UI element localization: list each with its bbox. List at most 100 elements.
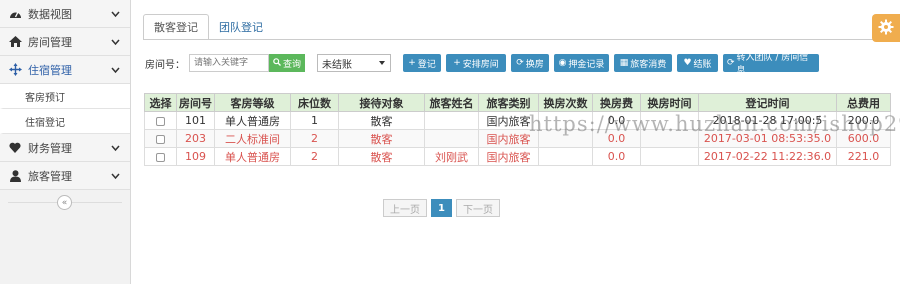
row-checkbox[interactable] xyxy=(156,116,165,126)
table-cell: 2018-01-28 17:00:5 xyxy=(698,111,837,130)
room-number-label: 房间号： xyxy=(145,59,185,71)
table-cell xyxy=(640,147,699,166)
search-button-label: 查询 xyxy=(283,59,302,70)
col-header[interactable]: 客房等级 xyxy=(214,93,291,112)
heart-icon: ♥ xyxy=(683,58,692,68)
table-cell xyxy=(424,129,479,148)
table-cell: 1 xyxy=(290,111,339,130)
checkout-button[interactable]: ♥ 结账 xyxy=(677,54,718,72)
row-checkbox[interactable] xyxy=(156,134,165,144)
search-icon xyxy=(273,57,281,69)
table-row[interactable]: 203 二人标准间 2 散客 国内旅客 0.0 2017-03-01 08:53… xyxy=(144,129,891,148)
sidebar-item-lodging[interactable]: 住宿管理 xyxy=(0,56,130,84)
collapse-icon[interactable]: « xyxy=(57,195,72,210)
eye-icon: ◉ xyxy=(558,58,567,68)
sidebar: 数据视图 房间管理 住宿管理 客房预订 住宿登记 财务管理 旅客管理 « xyxy=(0,0,131,284)
col-header[interactable]: 总费用 xyxy=(836,93,891,112)
col-header[interactable]: 换房费 xyxy=(592,93,641,112)
col-header[interactable]: 床位数 xyxy=(290,93,339,112)
gear-icon xyxy=(878,19,894,38)
col-header[interactable]: 旅客类别 xyxy=(478,93,539,112)
dashboard-icon xyxy=(8,7,22,21)
search-button[interactable]: 查询 xyxy=(269,54,306,72)
table-cell: 2 xyxy=(290,129,339,148)
table-cell: 2017-02-22 11:22:36.0 xyxy=(698,147,837,166)
search-input[interactable] xyxy=(189,54,269,72)
caret-down-icon xyxy=(379,61,385,65)
change-room-button[interactable]: ⟳ 换房 xyxy=(511,54,549,72)
grid-icon: ▦ xyxy=(619,58,629,68)
table-cell: 刘刚武 xyxy=(424,147,479,166)
col-header[interactable]: 登记时间 xyxy=(698,93,837,112)
sidebar-item-guests[interactable]: 旅客管理 xyxy=(0,162,130,190)
chevron-down-icon xyxy=(111,36,120,49)
table-cell: 单人普通房 xyxy=(214,111,291,130)
table-header-row: 选择 房间号 客房等级 床位数 接待对象 旅客姓名 旅客类别 换房次数 换房费 … xyxy=(144,93,891,112)
tab-divider xyxy=(143,39,900,40)
tab-individual-checkin[interactable]: 散客登记 xyxy=(143,14,209,40)
row-select-cell[interactable] xyxy=(144,129,177,148)
current-page-button[interactable]: 1 xyxy=(431,199,452,217)
table-cell xyxy=(538,111,593,130)
sidebar-item-label: 房间管理 xyxy=(28,35,72,49)
move-icon xyxy=(8,63,22,77)
change-room-button-label: 换房 xyxy=(525,59,544,70)
sidebar-subitem-checkin[interactable]: 住宿登记 xyxy=(0,109,130,134)
col-header[interactable]: 换房时间 xyxy=(640,93,699,112)
assign-room-button[interactable]: + 安排房间 xyxy=(446,54,506,72)
table-cell: 203 xyxy=(176,129,215,148)
table-cell xyxy=(424,111,479,130)
transfer-group-button[interactable]: ⟳ 转入团队 / 房间信息 xyxy=(723,53,819,76)
table-cell xyxy=(538,129,593,148)
heart-icon xyxy=(8,141,22,155)
chevron-down-icon xyxy=(111,142,120,155)
sidebar-item-label: 旅客管理 xyxy=(28,169,72,183)
table-row[interactable]: 101 单人普通房 1 散客 国内旅客 0.0 2018-01-28 17:00… xyxy=(144,111,891,130)
register-button[interactable]: + 登记 xyxy=(403,54,441,72)
table-cell: 单人普通房 xyxy=(214,147,291,166)
sidebar-item-label: 数据视图 xyxy=(28,7,72,21)
guest-consumption-button[interactable]: ▦ 旅客消费 xyxy=(614,54,672,72)
deposit-record-button-label: 押金记录 xyxy=(568,59,605,70)
status-select[interactable]: 未结账 xyxy=(317,54,391,72)
chevron-down-icon xyxy=(111,64,120,77)
next-page-button[interactable]: 下一页 xyxy=(455,199,500,217)
table-cell: 国内旅客 xyxy=(478,111,539,130)
table-cell: 国内旅客 xyxy=(478,129,539,148)
table-cell: 国内旅客 xyxy=(478,147,539,166)
table-cell: 二人标准间 xyxy=(214,129,291,148)
table-cell: 散客 xyxy=(338,147,425,166)
table-cell: 0.0 xyxy=(592,111,641,130)
plus-icon: + xyxy=(408,58,416,68)
table-cell: 200.0 xyxy=(836,111,891,130)
col-header[interactable]: 接待对象 xyxy=(338,93,425,112)
chevron-down-icon xyxy=(111,8,120,21)
deposit-record-button[interactable]: ◉ 押金记录 xyxy=(554,54,609,72)
checkin-table: 选择 房间号 客房等级 床位数 接待对象 旅客姓名 旅客类别 换房次数 换房费 … xyxy=(144,93,891,166)
row-checkbox[interactable] xyxy=(156,152,165,162)
col-header[interactable]: 旅客姓名 xyxy=(424,93,479,112)
table-row[interactable]: 109 单人普通房 2 散客 刘刚武 国内旅客 0.0 2017-02-22 1… xyxy=(144,147,891,166)
row-select-cell[interactable] xyxy=(144,147,177,166)
user-icon xyxy=(8,169,22,183)
sidebar-item-dashboard[interactable]: 数据视图 xyxy=(0,0,130,28)
sidebar-subitem-room-booking[interactable]: 客房预订 xyxy=(0,84,130,109)
table-cell: 600.0 xyxy=(836,129,891,148)
main-content: 散客登记 团队登记 房间号： 查询 未结账 +登记 +安排房间 ⟳换房 xyxy=(131,0,900,284)
table-cell xyxy=(538,147,593,166)
chevron-down-icon xyxy=(111,170,120,183)
prev-page-button[interactable]: 上一页 xyxy=(383,199,427,217)
row-select-cell[interactable] xyxy=(144,111,177,130)
settings-button[interactable] xyxy=(872,14,900,42)
sidebar-collapse: « xyxy=(0,190,130,216)
sidebar-item-rooms[interactable]: 房间管理 xyxy=(0,28,130,56)
refresh-icon: ⟳ xyxy=(516,58,524,68)
pagination: 上一页 1 下一页 xyxy=(383,199,500,217)
col-header[interactable]: 选择 xyxy=(144,93,177,112)
tab-group-checkin[interactable]: 团队登记 xyxy=(209,14,273,40)
col-header[interactable]: 房间号 xyxy=(176,93,215,112)
table-cell: 0.0 xyxy=(592,129,641,148)
assign-room-button-label: 安排房间 xyxy=(462,59,499,70)
col-header[interactable]: 换房次数 xyxy=(538,93,593,112)
sidebar-item-finance[interactable]: 财务管理 xyxy=(0,134,130,162)
